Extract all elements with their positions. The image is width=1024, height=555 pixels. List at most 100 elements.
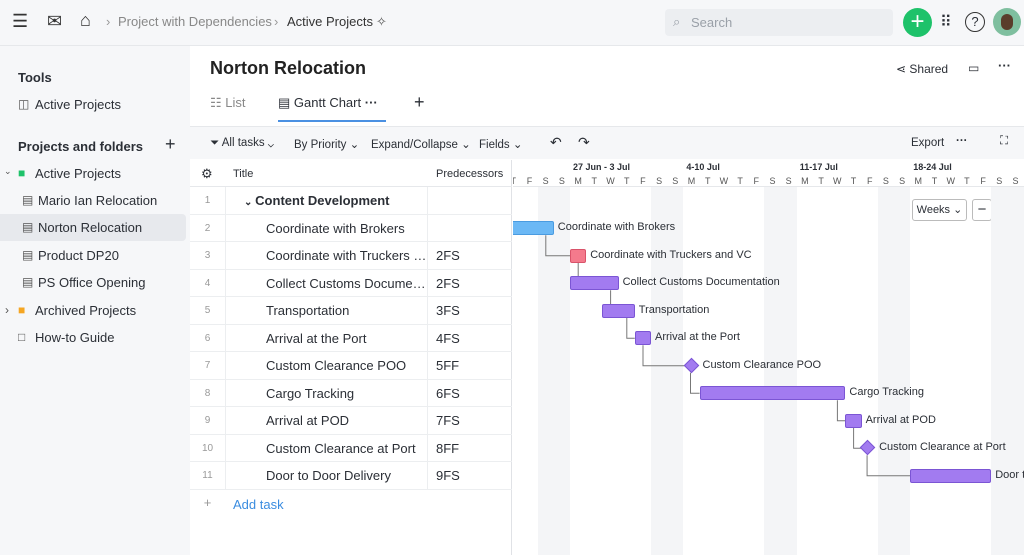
add-task-link[interactable]: Add task bbox=[233, 497, 284, 512]
task-title[interactable]: Transportation bbox=[225, 297, 427, 324]
menu-icon[interactable]: ☰ bbox=[12, 11, 28, 32]
task-title[interactable]: Custom Clearance at Port bbox=[225, 434, 427, 461]
redo-icon[interactable]: ↷ bbox=[578, 134, 590, 151]
sidebar-item-how-to-guide[interactable]: □ How-to Guide bbox=[0, 324, 186, 351]
task-predecessors[interactable] bbox=[427, 187, 512, 214]
table-row[interactable]: 6 Arrival at the Port 4FS bbox=[190, 324, 512, 352]
task-title[interactable]: Arrival at the Port bbox=[225, 324, 427, 351]
task-title[interactable]: Coordinate with Brokers bbox=[225, 214, 427, 241]
task-title[interactable]: Collect Customs Documentation bbox=[225, 269, 427, 296]
sidebar-tool-active-projects[interactable]: ◫ Active Projects bbox=[0, 91, 186, 118]
create-button[interactable]: + bbox=[903, 8, 932, 37]
table-row[interactable]: 7 Custom Clearance POO 5FF bbox=[190, 352, 512, 380]
table-row[interactable]: 4 Collect Customs Documentation 2FS bbox=[190, 269, 512, 297]
help-icon[interactable]: ? bbox=[965, 12, 985, 32]
breadcrumb-item[interactable]: Active Projects bbox=[287, 14, 373, 29]
task-title[interactable]: Door to Door Delivery bbox=[225, 462, 427, 489]
breadcrumb-item[interactable]: Project with Dependencies bbox=[118, 14, 272, 29]
gantt-bar[interactable] bbox=[570, 248, 587, 263]
by-priority-dropdown[interactable]: By Priority ⌄ bbox=[294, 137, 359, 151]
task-predecessors[interactable]: 5FF bbox=[427, 352, 512, 379]
projects-heading: Projects and folders bbox=[18, 139, 143, 154]
gantt-bar[interactable] bbox=[570, 276, 619, 291]
dependency-arrow bbox=[866, 455, 911, 477]
fields-dropdown[interactable]: Fields ⌄ bbox=[479, 137, 523, 151]
project-icon: ▤ bbox=[22, 275, 34, 289]
column-title[interactable]: Title bbox=[233, 168, 253, 180]
mail-icon[interactable]: ✉ bbox=[47, 11, 62, 32]
add-task-row[interactable]: + Add task bbox=[190, 490, 512, 518]
toolbar-more-icon[interactable]: ··· bbox=[956, 135, 968, 147]
gantt-bar[interactable] bbox=[513, 221, 554, 236]
folder-icon: □ bbox=[18, 330, 26, 344]
row-number: 9 bbox=[204, 415, 211, 426]
table-row[interactable]: 11 Door to Door Delivery 9FS bbox=[190, 462, 512, 490]
gantt-bar[interactable] bbox=[602, 303, 635, 318]
tab-more-icon[interactable]: ··· bbox=[365, 95, 378, 110]
gantt-bar[interactable] bbox=[910, 468, 992, 483]
sidebar-item-archived-projects[interactable]: › ■ Archived Projects bbox=[0, 297, 186, 324]
task-predecessors[interactable]: 6FS bbox=[427, 379, 512, 406]
shared-button[interactable]: ⋖ Shared bbox=[896, 62, 948, 76]
gantt-bar[interactable] bbox=[634, 331, 651, 346]
task-title[interactable]: ⌄ Content Development bbox=[225, 187, 427, 214]
gantt-bar[interactable] bbox=[699, 386, 846, 401]
table-row[interactable]: 3 Coordinate with Truckers and VC 2FS bbox=[190, 242, 512, 270]
task-predecessors[interactable]: 8FF bbox=[427, 434, 512, 461]
task-title[interactable]: Arrival at POD bbox=[225, 407, 427, 434]
task-predecessors[interactable] bbox=[427, 214, 512, 241]
add-project-icon[interactable]: + bbox=[165, 134, 176, 155]
search-input[interactable]: ⌕ Search bbox=[665, 9, 893, 36]
chevron-down-icon[interactable]: ⌄ bbox=[244, 197, 255, 208]
chevron-right-icon[interactable]: › bbox=[5, 303, 9, 317]
table-row[interactable]: 1 ⌄ Content Development bbox=[190, 187, 512, 215]
table-row[interactable]: 2 Coordinate with Brokers bbox=[190, 214, 512, 242]
sidebar-item-active-projects[interactable]: ⌄ ■ Active Projects bbox=[0, 160, 186, 187]
chevron-down-icon[interactable]: ⌄ bbox=[4, 166, 12, 177]
table-row[interactable]: 5 Transportation 3FS bbox=[190, 297, 512, 325]
share-icon: ⋖ bbox=[896, 62, 910, 76]
task-predecessors[interactable]: 3FS bbox=[427, 297, 512, 324]
export-button[interactable]: Export bbox=[911, 137, 944, 149]
row-number: 11 bbox=[202, 470, 213, 481]
task-predecessors[interactable]: 4FS bbox=[427, 324, 512, 351]
folder-icon: ■ bbox=[18, 166, 26, 180]
task-predecessors[interactable]: 2FS bbox=[427, 242, 512, 269]
tab-gantt-chart[interactable]: ▤ Gantt Chart ··· bbox=[278, 95, 386, 122]
tab-list[interactable]: ☷ List bbox=[210, 95, 246, 111]
settings-gear-icon[interactable]: ⚙ bbox=[201, 166, 213, 182]
gantt-icon: ▤ bbox=[278, 95, 294, 110]
task-predecessors[interactable]: 9FS bbox=[427, 462, 512, 489]
all-tasks-filter[interactable]: ⏷ All tasks ⌄ bbox=[210, 137, 274, 150]
more-icon[interactable]: ··· bbox=[998, 58, 1011, 73]
table-row[interactable]: 8 Cargo Tracking 6FS bbox=[190, 379, 512, 407]
sidebar-item-mario-ian-relocation[interactable]: ▤ Mario Ian Relocation bbox=[0, 187, 186, 214]
page-title: Norton Relocation bbox=[210, 58, 366, 78]
table-row[interactable]: 9 Arrival at POD 7FS bbox=[190, 407, 512, 435]
apps-grid-icon[interactable]: ⠿ bbox=[940, 12, 952, 32]
sidebar-item-ps-office-opening[interactable]: ▤ PS Office Opening bbox=[0, 269, 186, 296]
fullscreen-icon[interactable]: ⛶ bbox=[1000, 135, 1008, 148]
task-title[interactable]: Cargo Tracking bbox=[225, 379, 427, 406]
task-predecessors[interactable]: 7FS bbox=[427, 407, 512, 434]
column-predecessors[interactable]: Predecessors bbox=[436, 168, 503, 180]
avatar[interactable] bbox=[993, 8, 1021, 36]
home-icon[interactable]: ⌂ bbox=[80, 10, 91, 31]
add-view-icon[interactable]: + bbox=[414, 92, 425, 113]
list-icon: ☷ bbox=[210, 95, 226, 110]
task-table: ⚙ Title Predecessors 1 ⌄ Content Develop… bbox=[190, 160, 512, 555]
dependency-arrow bbox=[836, 400, 846, 422]
dependency-arrow bbox=[545, 235, 570, 257]
gantt-bar-label: Cargo Tracking bbox=[849, 386, 924, 399]
task-predecessors[interactable]: 2FS bbox=[427, 269, 512, 296]
pin-icon[interactable]: ✧ bbox=[376, 14, 387, 30]
undo-icon[interactable]: ↶ bbox=[550, 134, 562, 151]
table-row[interactable]: 10 Custom Clearance at Port 8FF bbox=[190, 434, 512, 462]
expand-collapse-dropdown[interactable]: Expand/Collapse ⌄ bbox=[371, 137, 471, 151]
folder-icon[interactable]: ▭ bbox=[968, 61, 979, 75]
gantt-bar[interactable] bbox=[845, 413, 862, 428]
sidebar-item-norton-relocation[interactable]: ▤ Norton Relocation bbox=[0, 214, 186, 241]
task-title[interactable]: Coordinate with Truckers and VC bbox=[225, 242, 427, 269]
task-title[interactable]: Custom Clearance POO bbox=[225, 352, 427, 379]
sidebar-item-product-dp20[interactable]: ▤ Product DP20 bbox=[0, 242, 186, 269]
